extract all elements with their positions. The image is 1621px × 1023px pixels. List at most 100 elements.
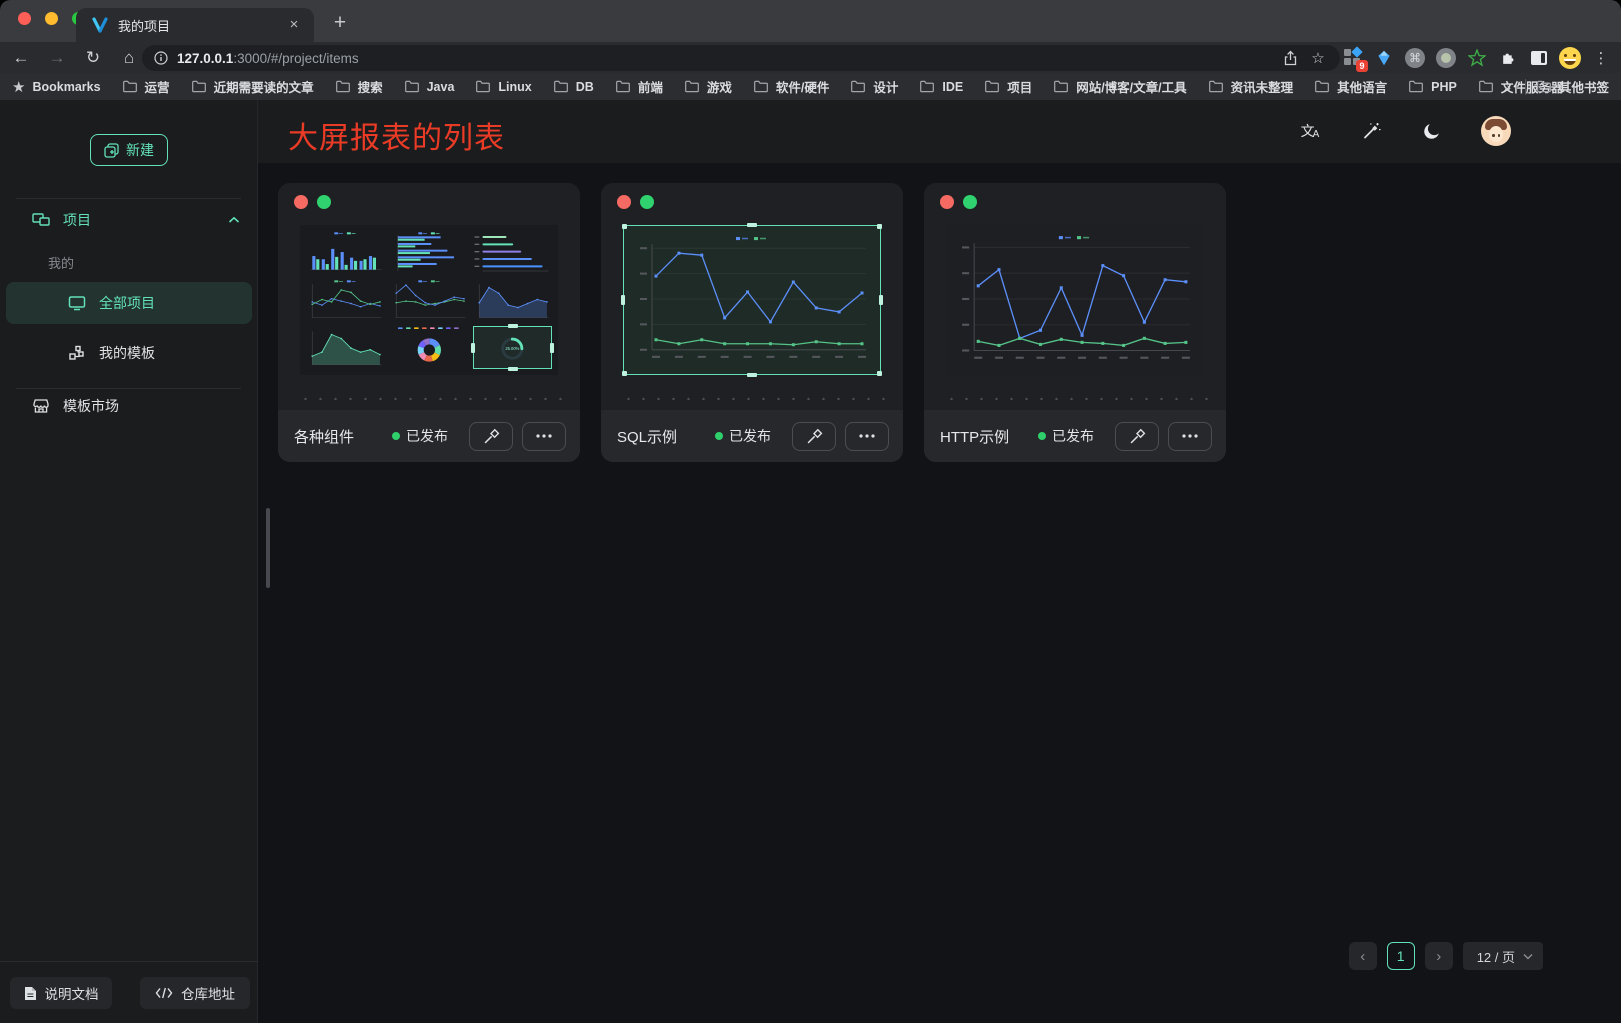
extensions-puzzle-icon[interactable] <box>1496 46 1520 70</box>
status-badge: 已发布 <box>1038 426 1094 446</box>
bookmark-folder[interactable]: Java <box>404 80 455 94</box>
home-button[interactable]: ⌂ <box>114 45 144 71</box>
svg-text:25.00%: 25.00% <box>506 347 520 352</box>
bookmarks-manager-item[interactable]: ★ Bookmarks <box>12 78 101 96</box>
record-extension-icon[interactable] <box>1434 46 1458 70</box>
edit-project-button[interactable] <box>792 422 836 451</box>
edit-project-button[interactable] <box>469 422 513 451</box>
bookmarks-overflow-chevron[interactable]: » <box>1499 79 1515 95</box>
bookmark-folder[interactable]: 运营 <box>122 77 170 96</box>
browser-menu-icon[interactable]: ⋮ <box>1589 46 1613 70</box>
bookmark-folder[interactable]: 资讯未整理 <box>1208 77 1294 96</box>
bookmark-folder[interactable]: DB <box>553 80 594 94</box>
hammer-icon <box>483 428 500 445</box>
project-card[interactable]: HTTP示例 已发布 <box>924 183 1226 462</box>
sidebar-group-projects[interactable]: 项目 <box>0 200 258 240</box>
bookmark-folder[interactable]: PHP <box>1408 80 1457 94</box>
bookmarks-right: » 其他书签 <box>1499 77 1609 96</box>
sidebar: 新建 项目 我的 全部项目 我的模板 模板市场 说明文档 <box>0 100 258 1023</box>
bookmark-label: 运营 <box>145 77 170 96</box>
project-card[interactable]: 25.00% 各种组件 已发布 <box>278 183 580 462</box>
repo-button[interactable]: 仓库地址 <box>140 977 250 1009</box>
edit-project-button[interactable] <box>1115 422 1159 451</box>
profile-avatar[interactable] <box>1558 46 1582 70</box>
ellipsis-icon <box>1182 434 1198 438</box>
user-avatar[interactable] <box>1481 116 1511 146</box>
gem-extension-icon[interactable] <box>1372 46 1396 70</box>
close-window-button[interactable] <box>18 12 31 25</box>
folder-icon <box>684 80 700 93</box>
back-button[interactable]: ← <box>6 45 36 71</box>
sidebar-item-my-templates[interactable]: 我的模板 <box>6 332 252 374</box>
new-tab-button[interactable]: + <box>326 10 354 38</box>
sidebar-item-template-market[interactable]: 模板市场 <box>0 386 258 426</box>
folder-icon <box>1314 80 1330 93</box>
grid-diamond-extension-icon[interactable]: 9 <box>1341 46 1365 70</box>
address-bar[interactable]: 127.0.0.1:3000/#/project/items ☆ <box>142 45 1340 71</box>
project-card[interactable]: SQL示例 已发布 <box>601 183 903 462</box>
bookmark-label: 设计 <box>873 77 898 96</box>
bookmark-label: Bookmarks <box>32 80 100 94</box>
green-star-extension-icon[interactable] <box>1465 46 1489 70</box>
status-badge: 已发布 <box>715 426 771 446</box>
bookmark-folder[interactable]: 软件/硬件 <box>753 77 829 96</box>
page-size-select[interactable]: 12 / 页 <box>1463 942 1543 970</box>
bookmark-label: 软件/硬件 <box>776 77 829 96</box>
browser-tab[interactable]: 我的项目 × <box>76 8 314 42</box>
new-project-button[interactable]: 新建 <box>90 134 168 166</box>
other-bookmarks[interactable]: 其他书签 <box>1536 77 1609 96</box>
more-actions-button[interactable] <box>845 422 889 451</box>
monitor-icon <box>68 294 86 312</box>
info-icon <box>154 51 168 65</box>
bookmark-folder[interactable]: 设计 <box>850 77 898 96</box>
storefront-icon <box>32 397 50 415</box>
bookmark-folder[interactable]: IDE <box>919 80 963 94</box>
minimize-window-button[interactable] <box>45 12 58 25</box>
bookmark-star-icon[interactable]: ☆ <box>1304 46 1332 70</box>
bookmark-folder[interactable]: 前端 <box>615 77 663 96</box>
extensions-row: 9 ⌘ ⋮ <box>1341 44 1613 71</box>
forward-button[interactable]: → <box>42 45 72 71</box>
mini-chart-line2 <box>306 279 385 322</box>
card-red-dot <box>617 195 631 209</box>
folder-icon <box>919 80 935 93</box>
language-toggle-button[interactable]: 文A <box>1298 119 1322 143</box>
more-actions-button[interactable] <box>1168 422 1212 451</box>
bookmark-folder[interactable]: 搜索 <box>335 77 383 96</box>
side-panel-icon[interactable] <box>1527 46 1551 70</box>
sidebar-item-label: 我的模板 <box>99 343 155 363</box>
bookmark-folder[interactable]: 近期需要读的文章 <box>191 77 314 96</box>
bookmark-folder[interactable]: 其他语言 <box>1314 77 1387 96</box>
template-blocks-icon <box>68 344 86 362</box>
tab-close-button[interactable]: × <box>284 15 304 35</box>
scrollbar-thumb[interactable] <box>266 508 270 588</box>
bookmark-folder[interactable]: Linux <box>475 80 531 94</box>
more-actions-button[interactable] <box>522 422 566 451</box>
folder-icon <box>122 80 138 93</box>
folder-icon <box>404 80 420 93</box>
theme-wand-button[interactable] <box>1359 119 1383 143</box>
bookmark-label: 搜索 <box>358 77 383 96</box>
ellipsis-icon <box>536 434 552 438</box>
site-favicon <box>92 17 108 33</box>
bookmark-folder[interactable]: 游戏 <box>684 77 732 96</box>
folder-icon <box>1053 80 1069 93</box>
reload-button[interactable]: ↻ <box>78 45 108 71</box>
share-icon[interactable] <box>1276 46 1304 70</box>
next-page-button[interactable]: › <box>1425 942 1453 970</box>
docs-label: 说明文档 <box>45 983 99 1003</box>
mini-chart-line2 <box>390 279 469 322</box>
command-extension-icon[interactable]: ⌘ <box>1403 46 1427 70</box>
current-page-button[interactable]: 1 <box>1387 942 1415 970</box>
project-title: HTTP示例 <box>940 426 1038 447</box>
docs-button[interactable]: 说明文档 <box>10 977 112 1009</box>
folder-icon <box>984 80 1000 93</box>
sidebar-item-all-projects[interactable]: 全部项目 <box>6 282 252 324</box>
tab-title: 我的项目 <box>118 16 284 35</box>
prev-page-button[interactable]: ‹ <box>1349 942 1377 970</box>
bookmark-folder[interactable]: 项目 <box>984 77 1032 96</box>
bookmark-label: 游戏 <box>707 77 732 96</box>
dark-mode-moon-icon[interactable] <box>1420 119 1444 143</box>
status-dot <box>715 432 723 440</box>
bookmark-folder[interactable]: 网站/博客/文章/工具 <box>1053 77 1186 96</box>
